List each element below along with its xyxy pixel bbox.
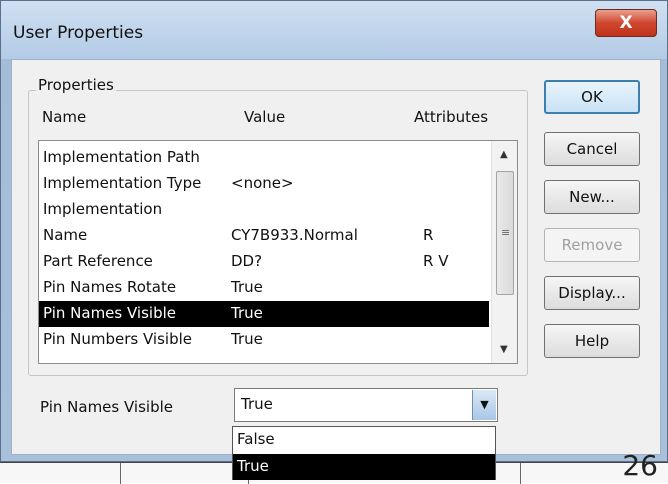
- property-row[interactable]: Name CY7B933.Normal R: [39, 223, 489, 249]
- background-page-number: 26: [622, 449, 658, 482]
- properties-list[interactable]: Implementation Path Implementation Type …: [38, 140, 518, 364]
- property-row[interactable]: Pin Names Rotate True: [39, 275, 489, 301]
- property-row[interactable]: Implementation Type <none>: [39, 171, 489, 197]
- divider: [120, 463, 121, 484]
- property-name: Implementation Type: [43, 174, 202, 192]
- value-combobox[interactable]: True ▼: [234, 388, 498, 422]
- property-value: DD?: [231, 252, 263, 270]
- grip-icon: ≡: [501, 226, 511, 239]
- property-value: True: [231, 330, 263, 348]
- scrollbar-thumb[interactable]: ≡: [496, 171, 514, 295]
- title-bar[interactable]: User Properties X: [1, 1, 667, 59]
- column-header-name: Name: [42, 108, 87, 126]
- properties-group-label: Properties: [36, 76, 116, 94]
- property-row[interactable]: Pin Numbers Visible True: [39, 327, 489, 353]
- property-attributes: R: [423, 226, 434, 244]
- column-header-attributes: Attributes: [414, 108, 489, 126]
- property-row[interactable]: Implementation Path: [39, 145, 489, 171]
- property-name: Pin Names Visible: [43, 304, 176, 322]
- property-name: Implementation: [43, 200, 163, 218]
- property-name: Pin Numbers Visible: [43, 330, 192, 348]
- dialog-client-area: Properties Name Value Attributes Impleme…: [11, 59, 661, 455]
- property-name: Name: [43, 226, 88, 244]
- property-attributes: R V: [423, 252, 449, 270]
- scroll-down-icon[interactable]: ▼: [500, 344, 508, 355]
- chevron-down-icon[interactable]: ▼: [472, 390, 496, 420]
- combobox-value: True: [241, 395, 273, 413]
- window-title: User Properties: [13, 23, 144, 43]
- user-properties-window: User Properties X Properties Name Value …: [0, 0, 668, 462]
- property-value: <none>: [231, 174, 294, 192]
- property-row-selected[interactable]: Pin Names Visible True: [39, 301, 489, 327]
- property-value: True: [231, 278, 263, 296]
- ok-button[interactable]: OK: [544, 80, 640, 114]
- new-button[interactable]: New...: [544, 180, 640, 214]
- property-value: CY7B933.Normal: [231, 226, 358, 244]
- scroll-up-icon[interactable]: ▲: [500, 149, 508, 160]
- dropdown-option-true[interactable]: True: [233, 454, 495, 480]
- divider: [520, 463, 521, 484]
- column-header-value: Value: [244, 108, 286, 126]
- value-dropdown-list[interactable]: False True: [232, 426, 496, 480]
- property-name: Part Reference: [43, 252, 153, 270]
- display-button[interactable]: Display...: [544, 276, 640, 310]
- property-row[interactable]: Implementation: [39, 197, 489, 223]
- vertical-scrollbar[interactable]: ▲ ≡ ▼: [491, 141, 517, 363]
- close-icon: X: [619, 13, 633, 33]
- close-button[interactable]: X: [595, 9, 657, 37]
- cancel-button[interactable]: Cancel: [544, 132, 640, 166]
- dropdown-option-false[interactable]: False: [233, 427, 495, 453]
- help-button[interactable]: Help: [544, 324, 640, 358]
- property-name: Implementation Path: [43, 148, 200, 166]
- remove-button[interactable]: Remove: [544, 228, 640, 262]
- property-row[interactable]: Part Reference DD? R V: [39, 249, 489, 275]
- property-value: True: [231, 304, 263, 322]
- value-editor-label: Pin Names Visible: [40, 398, 173, 416]
- property-name: Pin Names Rotate: [43, 278, 177, 296]
